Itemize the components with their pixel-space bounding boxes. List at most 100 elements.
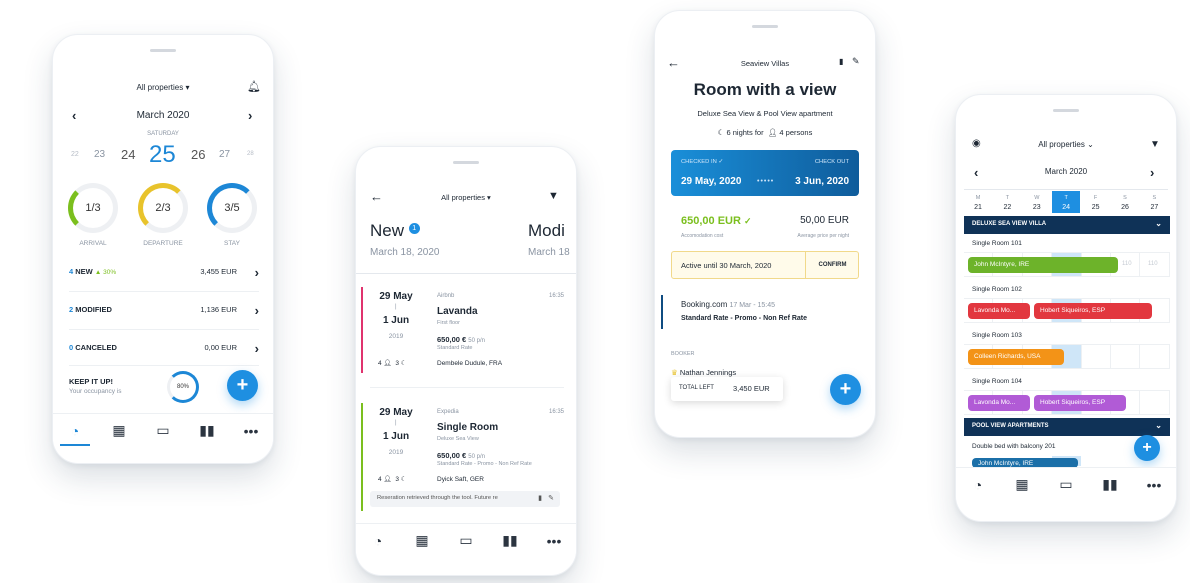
grid-cell[interactable] [1081, 345, 1111, 369]
plus-icon: + [1142, 439, 1152, 456]
booking-card[interactable]: 29 May | 1 Jun 2019 Expedia 16:35 Single… [356, 403, 576, 513]
more-icon[interactable]: ••• [1139, 477, 1169, 493]
calendar-day-icon[interactable]: ▭ [148, 422, 178, 439]
day-cell[interactable]: M 21 [964, 191, 992, 213]
divider [69, 329, 259, 330]
day-number: 24 [1062, 204, 1071, 211]
confirm-button[interactable]: CONFIRM [806, 262, 859, 268]
dashboard-icon[interactable]: ◔ [60, 423, 90, 446]
channel-rate: Standard Rate - Promo - Non Ref Rate [681, 315, 808, 322]
divider [69, 365, 259, 366]
bell-icon[interactable]: 🔔︎ [247, 80, 261, 93]
day-22[interactable]: 22 [71, 151, 79, 158]
day-number: 25 [1091, 204, 1100, 211]
day-27[interactable]: 27 [219, 149, 230, 160]
bottom-nav: ◔ ▦ ▭ ▮▮ ••• [956, 467, 1176, 501]
add-button[interactable]: + [1134, 435, 1160, 461]
ring-stay-label: STAY [223, 240, 240, 247]
new-count-badge: 1 [408, 223, 420, 234]
next-month-icon[interactable]: › [248, 108, 252, 123]
bottom-nav: ◔ ▦ ▭ ▮▮ ••• [53, 413, 273, 447]
dashboard-icon[interactable]: ◔ [963, 477, 993, 493]
booking-from: 29 May [379, 407, 413, 418]
day-26[interactable]: 26 [191, 147, 205, 162]
day-selected[interactable]: T 24 [1052, 191, 1081, 213]
stat-row-new[interactable]: 4 NEW ▲ 30% 3,455 EUR › [69, 265, 259, 283]
ring-departure[interactable]: 2/3 [138, 183, 188, 233]
ring-stay[interactable]: 3/5 [207, 183, 257, 233]
booking-card[interactable]: 29 May | 1 Jun 2019 Airbnb 16:35 Lavanda… [356, 287, 576, 382]
add-button[interactable]: + [227, 370, 258, 401]
day-cell[interactable]: S 27 [1140, 191, 1168, 213]
active-banner: Active until 30 March, 2020 CONFIRM [671, 251, 859, 279]
booking-bar[interactable]: Colleen Richards, USA [968, 349, 1064, 365]
divider [69, 291, 259, 292]
stat-row-canceled[interactable]: 0 CANCELED 0,00 EUR › [69, 341, 259, 359]
calendar-icon[interactable]: ▦ [104, 422, 134, 439]
day-25-selected[interactable]: 25 [149, 141, 176, 169]
booking-bar[interactable]: Lavonda Mo... [968, 395, 1030, 411]
more-icon[interactable]: ••• [236, 423, 266, 439]
room-label: Single Room 101 [972, 240, 1022, 247]
bookmark-icon[interactable]: ▮ [839, 57, 843, 66]
ring-arrival[interactable]: 1/3 [68, 183, 118, 233]
add-button[interactable]: + [830, 374, 861, 405]
booking-bar[interactable]: Lavonda Mo... [968, 303, 1030, 319]
booking-bar[interactable]: John McIntyre, IRE [968, 257, 1118, 273]
stats-icon[interactable]: ▮▮ [495, 532, 525, 549]
average-price: 50,00 EUR [800, 215, 849, 226]
stats-icon[interactable]: ▮▮ [1095, 476, 1125, 493]
phone-notch [150, 49, 176, 52]
edit-icon[interactable]: ✎ [852, 56, 860, 67]
occupancy-value: 80% [176, 384, 189, 390]
active-until: Active until 30 March, 2020 [681, 261, 772, 270]
dim-count: 110 [1122, 261, 1132, 267]
property-filter[interactable]: All properties ▾ [53, 83, 273, 92]
booking-bar-label: Hobert Siqueiros, ESP [1040, 399, 1106, 406]
booking-accent [361, 403, 363, 511]
calendar-day-icon[interactable]: ▭ [451, 532, 481, 549]
day-28[interactable]: 28 [247, 151, 254, 157]
stat-modified-label: MODIFIED [75, 305, 112, 314]
day-24[interactable]: 24 [121, 147, 135, 162]
booking-rate: Standard Rate [437, 345, 473, 351]
grid-cell[interactable] [1140, 391, 1170, 415]
stats-icon[interactable]: ▮▮ [192, 422, 222, 439]
more-icon[interactable]: ••• [539, 533, 569, 549]
day-cell[interactable]: F 25 [1082, 191, 1110, 213]
filter-icon[interactable]: ▼ [548, 190, 559, 202]
property-filter[interactable]: All properties ▾ [356, 193, 576, 202]
section-header[interactable]: DELUXE SEA VIEW VILLA ⌄ [964, 216, 1170, 234]
day-strip[interactable]: 22 23 24 25 26 27 28 [67, 141, 261, 169]
stay-summary: ☾ 6 nights for 👤︎ 4 persons [717, 128, 813, 137]
booking-guests: 4 👤︎ 3 ☾ [378, 360, 407, 367]
stat-row-modified[interactable]: 2 MODIFIED 1,136 EUR › [69, 303, 259, 321]
grid-cell[interactable] [1140, 345, 1170, 369]
tab-modified[interactable]: Modi [528, 221, 565, 241]
tab-new[interactable]: New 1 [370, 221, 420, 241]
bookmark-icon[interactable]: ▮ [534, 494, 542, 502]
divider [964, 189, 1168, 190]
calendar-day-icon[interactable]: ▭ [1051, 476, 1081, 493]
section-header[interactable]: POOL VIEW APARTMENTS ⌄ [964, 418, 1170, 436]
booking-bar[interactable]: Hobert Siqueiros, ESP [1034, 395, 1126, 411]
day-cell[interactable]: W 23 [1023, 191, 1051, 213]
day-cell[interactable]: S 26 [1111, 191, 1139, 213]
booking-title: Single Room [437, 422, 499, 433]
day-23[interactable]: 23 [94, 149, 105, 160]
tab-modified-date: March 18 [528, 247, 570, 258]
person-icon: 👤︎ [767, 128, 778, 137]
booking-note[interactable]: Reseration retrieved through the tool. F… [370, 491, 560, 507]
filter-icon[interactable]: ▼ [1150, 139, 1160, 150]
booking-subtitle: First floor [437, 320, 460, 326]
edit-icon[interactable]: ✎ [548, 494, 554, 502]
dashboard-icon[interactable]: ◔ [363, 533, 393, 549]
grid-cell[interactable] [1111, 345, 1141, 369]
weekday-letter: F [1093, 195, 1098, 201]
calendar-icon[interactable]: ▦ [407, 532, 437, 549]
calendar-icon[interactable]: ▦ [1007, 476, 1037, 493]
next-month-icon[interactable]: › [1150, 165, 1154, 180]
property-filter[interactable]: All properties ⌄ [956, 140, 1176, 149]
booking-bar[interactable]: Hobert Siqueiros, ESP [1034, 303, 1152, 319]
day-cell[interactable]: T 22 [993, 191, 1021, 213]
